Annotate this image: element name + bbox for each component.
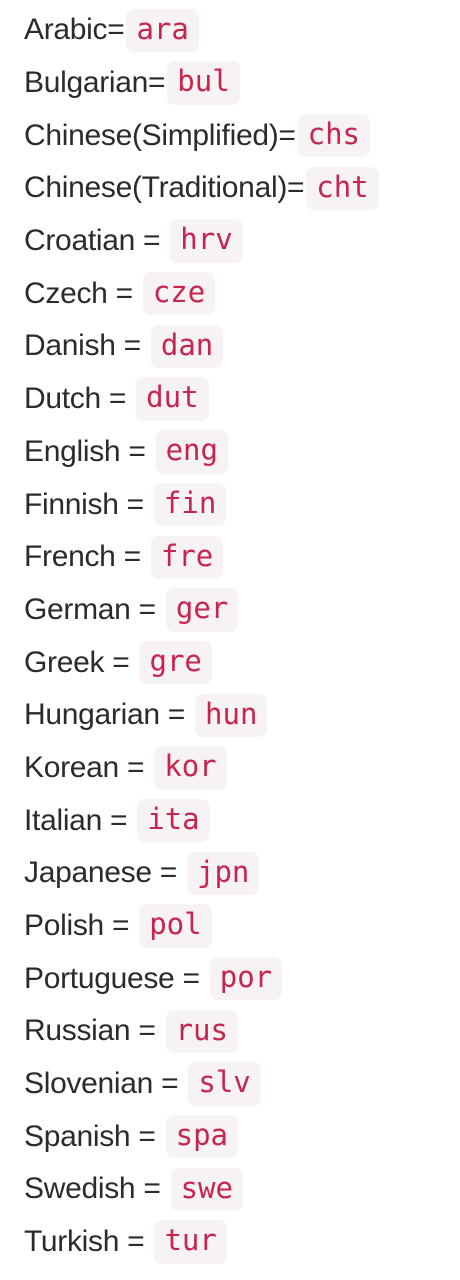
language-code: cze [142,272,216,316]
language-name: Danish = [24,329,149,363]
language-code: kor [154,746,227,790]
language-code: cht [306,166,379,211]
list-item: Swedish = swe [24,1163,454,1216]
list-item: Greek = gre [24,636,454,689]
language-name: Bulgarian= [24,66,166,100]
language-name: Chinese(Simplified)= [24,118,296,152]
language-code: swe [170,1167,243,1212]
language-name: French = [24,540,149,574]
list-item: English = eng [24,426,454,479]
language-code: jpn [187,851,260,896]
language-name: Croatian = [24,224,169,258]
list-item: Czech = cze [24,267,454,320]
list-item: German = ger [24,584,454,637]
list-item: Croatian = hrv [24,215,454,268]
language-code: rus [165,1009,238,1054]
language-name: Korean = [24,750,153,784]
list-item: Hungarian = hun [24,689,454,742]
language-name: Slovenian = [24,1067,187,1101]
list-item: French = fre [24,531,454,584]
language-name: Dutch = [24,382,135,416]
language-code: ita [137,798,210,843]
language-name: Italian = [24,803,136,837]
language-code: fre [150,535,224,579]
list-item: Portuguese = por [24,952,454,1005]
language-code: ger [165,588,239,632]
language-name: Chinese(Traditional)= [24,171,305,205]
language-code: por [209,957,283,1001]
language-name: Hungarian = [24,698,194,732]
list-item: Chinese(Traditional)= cht [24,162,454,215]
language-name: Turkish = [24,1225,153,1259]
language-code: hun [195,693,268,737]
language-name: Spanish = [24,1119,164,1153]
language-code: gre [139,640,212,685]
language-name: Portuguese = [24,961,208,995]
language-code: bul [167,61,240,105]
list-item: Bulgarian= bul [24,57,454,110]
language-name: German = [24,592,164,626]
language-code: slv [188,1062,261,1106]
language-name: Arabic= [24,13,125,47]
language-code: hrv [170,219,243,263]
language-name: Polish = [24,909,138,943]
list-item: Italian = ita [24,794,454,847]
language-name: Russian = [24,1014,164,1048]
language-name: Greek = [24,645,138,679]
list-item: Danish = dan [24,320,454,373]
language-code: tur [154,1220,227,1264]
language-code: ara [126,8,199,53]
language-code: chs [297,114,371,158]
list-item: Korean = kor [24,742,454,795]
list-item: Slovenian = slv [24,1058,454,1111]
list-item: Spanish = spa [24,1110,454,1163]
language-name: Czech = [24,276,141,310]
language-name: Finnish = [24,487,152,521]
language-name: Japanese = [24,856,185,890]
list-item: Arabic= ara [24,4,454,57]
list-item: Polish = pol [24,900,454,953]
language-name: English = [24,434,154,468]
language-code: dan [150,324,224,369]
list-item: Finnish = fin [24,478,454,531]
language-code: eng [155,430,228,474]
language-code: spa [165,1115,238,1159]
list-item: Chinese(Simplified)= chs [24,109,454,162]
language-code-list: Arabic= ara Bulgarian= bul Chinese(Simplif… [24,4,454,1269]
language-code: fin [153,482,227,527]
language-code: dut [136,377,209,421]
list-item: Turkish = tur [24,1216,454,1269]
list-item: Japanese = jpn [24,847,454,900]
language-code: pol [139,904,212,948]
list-item: Russian = rus [24,1005,454,1058]
language-name: Swedish = [24,1172,169,1206]
list-item: Dutch = dut [24,373,454,426]
